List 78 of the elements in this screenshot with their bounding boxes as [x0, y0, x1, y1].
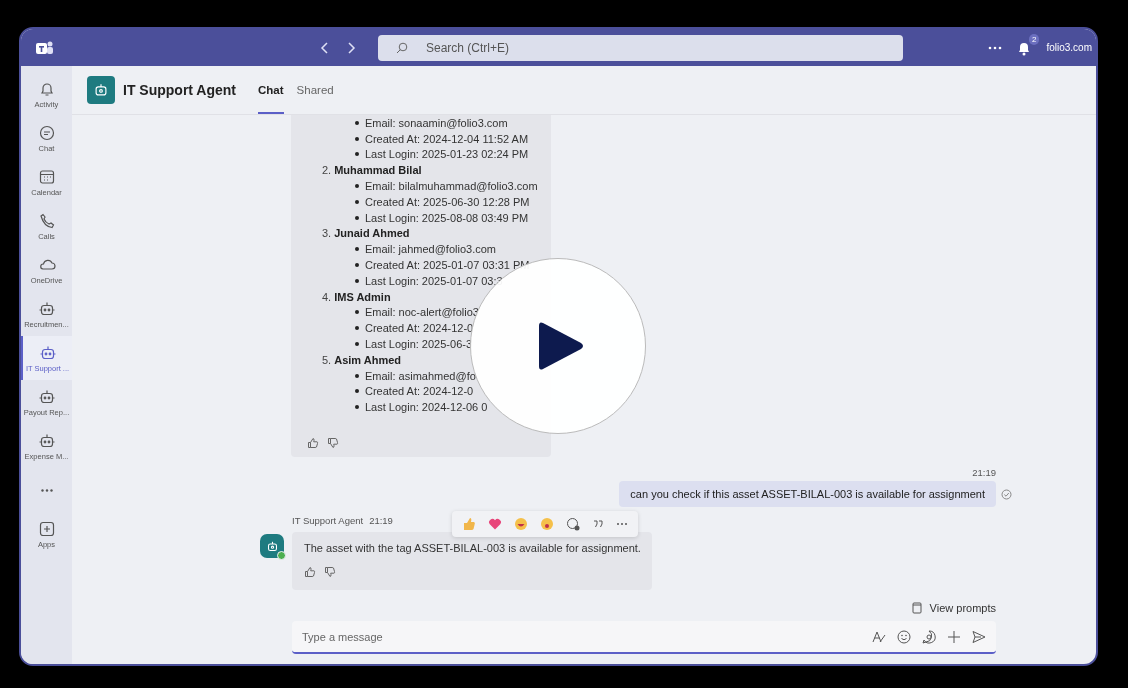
chat-title: IT Support Agent	[123, 82, 237, 98]
bullet-icon	[355, 263, 359, 268]
bullet-icon	[355, 405, 359, 410]
detail-text: Last Login: 2025-01-07 03:3	[365, 274, 503, 287]
list-number: 5.	[322, 353, 332, 366]
detail-text: Created At: 2024-12-04 11:52 AM	[365, 132, 529, 145]
bullet-icon	[355, 136, 359, 141]
user-name: Muhammad Bilal	[334, 164, 422, 177]
user-name: Junaid Ahmed	[334, 227, 410, 240]
format-icon[interactable]	[872, 630, 886, 645]
thumbs-down-icon[interactable]	[324, 566, 336, 579]
detail-text: Email: noc-alert@folio3	[365, 306, 479, 319]
heart-emoji-icon[interactable]	[488, 517, 502, 532]
status-dot-icon	[277, 551, 286, 561]
document-icon	[911, 602, 922, 615]
detail-text: Email: asimahmed@fo	[365, 369, 476, 382]
tab[interactable]: Chat	[258, 66, 284, 114]
view-prompts-button[interactable]: View prompts	[911, 602, 996, 615]
bullet-icon	[355, 247, 359, 252]
list-number: 3.	[322, 227, 332, 240]
teams-logo-icon	[36, 39, 54, 56]
user-name: Asim Ahmed	[334, 353, 401, 366]
tab[interactable]: Shared	[296, 66, 334, 114]
list-number: 4.	[322, 290, 332, 303]
bullet-icon	[355, 152, 359, 157]
bullet-icon	[355, 199, 359, 204]
message-text: The asset with the tag ASSET-BILAL-003 is available for assignment.	[304, 541, 641, 556]
detail-text: Last Login: 2025-01-23 02:24 PM	[365, 148, 529, 161]
detail-text: Last Login: 2025-08-08 03:49 PM	[365, 211, 529, 224]
calendar-icon	[37, 167, 56, 186]
bullet-icon	[355, 373, 359, 378]
detail-text: Created At: 2024-12-0	[365, 322, 474, 335]
emoji-icon[interactable]	[897, 630, 911, 645]
bot-icon	[93, 82, 109, 98]
list-number: 2.	[322, 164, 332, 177]
detail-text: Email: sonaamin@folio3.com	[365, 116, 508, 129]
notification-badge: 2	[1028, 33, 1040, 45]
bullet-icon	[355, 278, 359, 283]
plus-icon	[37, 519, 56, 538]
detail-text: Last Login: 2025-06-3	[365, 338, 473, 351]
bullet-icon	[355, 342, 359, 347]
message-time: 21:19	[972, 467, 996, 479]
detail-text: Last Login: 2024-12-06 0	[365, 401, 488, 414]
add-reaction-icon[interactable]	[566, 517, 580, 532]
detail-text: Created At: 2025-01-07 03:31 PM	[365, 259, 530, 272]
message-bubble: can you check if this asset ASSET-BILAL-003 is available for assignment	[619, 481, 996, 508]
surprised-emoji-icon[interactable]	[540, 517, 554, 532]
sticker-icon[interactable]	[922, 630, 936, 645]
message-time: 21:19	[369, 515, 393, 527]
bullet-icon	[355, 120, 359, 125]
more-icon[interactable]	[988, 45, 1003, 50]
more-icon	[40, 488, 53, 492]
send-icon[interactable]	[972, 630, 986, 645]
search-field[interactable]: Search (Ctrl+E)	[378, 34, 903, 61]
laughing-emoji-icon[interactable]	[514, 517, 528, 532]
search-icon	[396, 41, 408, 54]
detail-text: Email: bilalmuhammad@folio3.com	[365, 180, 538, 193]
bullet-icon	[355, 389, 359, 394]
detail-text: Email: jahmed@folio3.com	[365, 243, 496, 256]
seen-check-icon	[1001, 488, 1012, 500]
thumbs-up-icon[interactable]	[304, 566, 316, 579]
bullet-icon	[355, 215, 359, 220]
bot-icon	[265, 539, 279, 553]
more-icon[interactable]	[616, 522, 628, 527]
organization-name[interactable]: folio3.com	[1046, 42, 1092, 53]
thumbs-up-icon[interactable]	[307, 437, 319, 450]
thumbs-down-icon[interactable]	[327, 437, 339, 450]
bullet-icon	[355, 326, 359, 331]
detail-text: Created At: 2024-12-0	[365, 385, 474, 398]
forward-icon[interactable]	[346, 40, 356, 55]
user-name: IMS Admin	[334, 290, 391, 303]
bullet-icon	[355, 310, 359, 315]
detail-text: Created At: 2025-06-30 12:28 PM	[365, 195, 530, 208]
message-input[interactable]: Type a message	[292, 621, 996, 655]
bullet-icon	[355, 184, 359, 189]
chat-icon	[37, 123, 56, 142]
back-icon[interactable]	[320, 40, 330, 55]
sender-name: IT Support Agent	[292, 515, 364, 527]
